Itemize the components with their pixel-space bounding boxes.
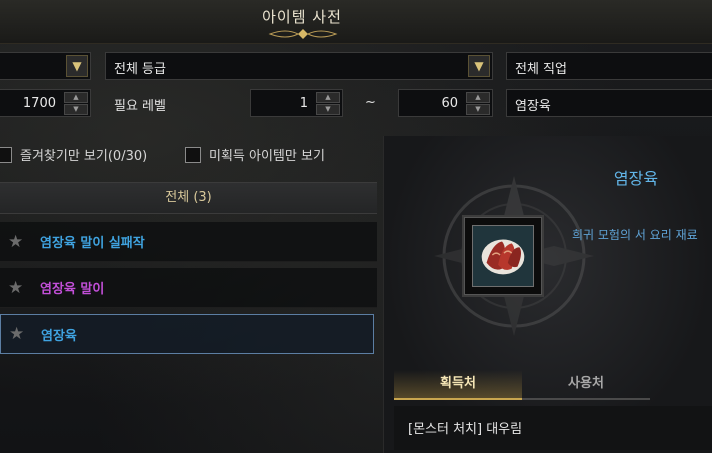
level-max-stepper[interactable]: 60 ▲ ▼ — [398, 89, 493, 117]
chevron-down-icon[interactable]: ▼ — [468, 55, 490, 77]
grade-select[interactable]: 전체 등급 ▼ — [105, 52, 493, 80]
list-item[interactable]: ★ 염장육 말이 실패작 — [0, 222, 377, 262]
stepper-buttons[interactable]: ▲ ▼ — [64, 92, 88, 115]
level-label: 필요 레벨 — [114, 99, 166, 114]
detail-item-category: 희귀 모험의 서 요리 재료 — [572, 228, 698, 242]
level-min-value: 1 — [299, 96, 308, 111]
unacquired-label: 미획득 아이템만 보기 — [209, 149, 325, 164]
stepper-up-icon[interactable]: ▲ — [64, 92, 88, 103]
item-name: 염장육 — [41, 328, 77, 344]
unacquired-toggle[interactable]: 미획득 아이템만 보기 — [185, 145, 325, 164]
chevron-down-icon[interactable]: ▼ — [66, 55, 88, 77]
level-min-stepper[interactable]: 1 ▲ ▼ — [250, 89, 343, 117]
stepper-buttons[interactable]: ▲ ▼ — [316, 92, 340, 115]
stepper-up-icon[interactable]: ▲ — [466, 92, 490, 103]
item-icon-frame — [462, 215, 544, 297]
unacquired-checkbox[interactable] — [185, 146, 201, 163]
min-value: 1700 — [22, 96, 56, 111]
title-bar: 아이템 사전 — [0, 0, 712, 44]
detail-item-name: 염장육 — [613, 169, 659, 188]
min-value-stepper[interactable]: 1700 ▲ ▼ — [0, 89, 91, 117]
list-item[interactable]: ★ 염장육 말이 — [0, 268, 377, 308]
meat-icon — [481, 239, 525, 275]
class-select[interactable]: 전체 직업 — [506, 52, 712, 80]
source-list-item[interactable]: [몬스터 처치] 대우림 — [394, 406, 712, 450]
search-input[interactable]: 염장육 — [506, 89, 712, 117]
tab-usage[interactable]: 사용처 — [522, 370, 650, 400]
level-max-value: 60 — [441, 96, 458, 111]
item-name: 염장육 말이 실패작 — [40, 236, 145, 251]
search-input-value: 염장육 — [515, 99, 551, 114]
stepper-down-icon[interactable]: ▼ — [316, 104, 340, 115]
range-tilde: ~ — [365, 95, 376, 110]
type-select[interactable]: ▼ — [0, 52, 91, 80]
stepper-down-icon[interactable]: ▼ — [64, 104, 88, 115]
favorites-checkbox[interactable] — [0, 146, 12, 163]
stepper-up-icon[interactable]: ▲ — [316, 92, 340, 103]
star-icon[interactable]: ★ — [8, 278, 28, 298]
list-item-selected[interactable]: ★ 염장육 — [0, 314, 374, 354]
star-icon[interactable]: ★ — [9, 324, 29, 344]
favorites-label: 즐겨찾기만 보기(0/30) — [20, 149, 148, 164]
list-header[interactable]: 전체 (3) — [0, 182, 377, 214]
item-name: 염장육 말이 — [40, 282, 105, 297]
star-icon[interactable]: ★ — [8, 232, 28, 252]
class-select-value: 전체 직업 — [515, 62, 567, 77]
title-ornament-icon — [268, 29, 338, 39]
grade-select-value: 전체 등급 — [114, 62, 166, 77]
stepper-buttons[interactable]: ▲ ▼ — [466, 92, 490, 115]
tab-acquisition[interactable]: 획득처 — [394, 370, 522, 400]
stepper-down-icon[interactable]: ▼ — [466, 104, 490, 115]
favorites-toggle[interactable]: 즐겨찾기만 보기(0/30) — [0, 145, 147, 164]
item-icon-slot — [472, 225, 534, 287]
window-title: 아이템 사전 — [262, 8, 342, 26]
